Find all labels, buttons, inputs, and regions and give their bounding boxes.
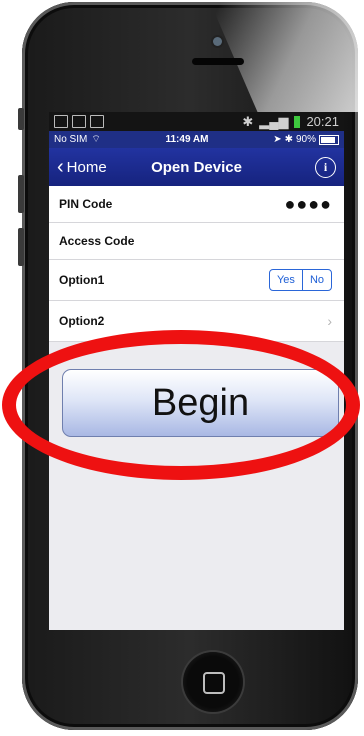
ios-time: 11:49 AM [165,134,209,145]
sd-icon [90,115,104,128]
pin-code-value: ●●●● [284,193,332,214]
signal-icon: ▂▄▆ [259,113,289,129]
bluetooth-icon: ✱ [284,134,293,145]
image-icon [54,115,68,128]
earpiece [192,58,244,65]
volume-up-button [18,175,24,213]
settings-list: PIN Code ●●●● Access Code Option1 Yes No… [49,186,344,342]
volume-down-button [18,228,24,266]
battery-icon [319,134,339,145]
option1-row: Option1 Yes No [49,260,344,301]
access-code-row[interactable]: Access Code [49,223,344,260]
back-label: Home [66,158,107,176]
access-code-label: Access Code [59,234,135,248]
battery-percent: 90% [295,134,316,145]
navigation-bar: ‹ Home Open Device i [49,148,344,186]
wifi-icon: ⌔ [91,134,101,145]
front-camera [213,37,222,46]
pin-code-row[interactable]: PIN Code ●●●● [49,186,344,223]
phone-glare [210,2,362,112]
android-status-bar: ✱ ▂▄▆ 20:21 [49,112,344,131]
option1-yes[interactable]: Yes [270,270,302,290]
home-button[interactable] [183,652,243,712]
option1-no[interactable]: No [301,270,331,290]
home-square-icon [203,672,225,694]
notification-icon [72,115,86,128]
ios-status-bar: No SIM ⌔ 11:49 AM ➤ ✱ 90% [49,131,344,148]
red-highlight-ellipse [2,330,360,480]
option1-label: Option1 [59,273,105,287]
android-time: 20:21 [306,114,339,129]
option1-segmented-control: Yes No [268,269,332,291]
info-icon[interactable]: i [315,156,336,178]
location-icon: ➤ [273,134,282,145]
back-button[interactable]: ‹ Home [57,157,107,177]
chevron-right-icon: › [327,313,332,329]
back-chevron-icon: ‹ [57,156,64,178]
carrier-label: No SIM [54,134,88,145]
mute-switch [18,108,24,130]
battery-icon [294,115,301,128]
option2-label: Option2 [59,314,105,328]
pin-code-label: PIN Code [59,197,113,211]
bluetooth-icon: ✱ [242,113,254,129]
